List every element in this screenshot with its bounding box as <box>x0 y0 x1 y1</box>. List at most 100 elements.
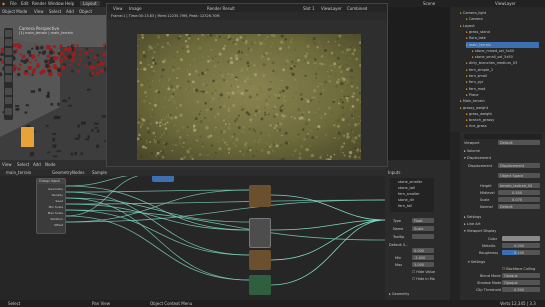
breadcrumb-tree[interactable]: Sample <box>92 170 107 175</box>
lineart-section[interactable]: ▸ Line Art <box>464 221 481 227</box>
group-input-node[interactable]: Group Input Geometry Density Seed Min Sc… <box>36 178 66 234</box>
viewlayer-selector[interactable]: ViewLayer <box>495 1 516 6</box>
outliner-item[interactable]: ▸ dirty_branches_medium_03 <box>466 60 517 66</box>
outliner-item[interactable]: ▸ Layout <box>460 23 475 29</box>
node-menu-view[interactable]: View <box>2 162 12 167</box>
blender-logo-icon[interactable]: ◆ <box>2 1 5 6</box>
status-bar: Select Pan View Object Context Menu Vert… <box>0 300 545 307</box>
outliner-item[interactable]: ▸ grass_weight <box>466 111 492 117</box>
tab-layout[interactable]: Layout <box>80 1 100 6</box>
viewport-menu-view[interactable]: View <box>34 9 44 14</box>
node-menu-select[interactable]: Select <box>17 162 29 167</box>
outliner-item[interactable]: ▸ fern_simple_1 <box>466 67 493 73</box>
collection-info-node-2[interactable] <box>249 218 271 248</box>
hide-value-checkbox[interactable]: ☐ Hide Value <box>412 269 435 275</box>
cursor-tool-icon[interactable] <box>5 39 12 46</box>
add-cube-tool-icon[interactable] <box>5 108 12 115</box>
outliner-item[interactable]: ▸ Camera <box>466 16 483 22</box>
menu-render[interactable]: Render <box>32 1 46 6</box>
slot-selector[interactable]: Slot 1 <box>303 6 314 11</box>
outliner-item[interactable]: ▸ stone_mixed_sel_5x50 <box>472 48 514 54</box>
default-field[interactable]: 0.000 <box>412 248 434 253</box>
render-window[interactable]: View Image Render Result Slot 1 ViewLaye… <box>106 3 388 167</box>
blend-mode-label: Blend Mode <box>480 274 501 278</box>
menu-help[interactable]: Help <box>65 1 74 6</box>
outliner-item[interactable]: ▸ fern_small <box>466 73 487 79</box>
shadow-mode-dropdown[interactable]: Opaque <box>502 280 540 285</box>
menu-edit[interactable]: Edit <box>21 1 29 6</box>
outliner-item[interactable]: ▸ rice_grass <box>466 123 487 129</box>
hide-in-modifier-checkbox[interactable]: ☐ Hide in Mo <box>412 276 435 282</box>
inputs-header[interactable]: Inputs <box>388 170 400 176</box>
outliner-item[interactable]: ▸ Camera_light <box>460 10 486 16</box>
scale-tool-icon[interactable] <box>5 66 12 73</box>
outliner-item[interactable]: ▸ stone_small_sel_5x50 <box>472 54 513 60</box>
name-field[interactable]: Scale <box>412 226 434 231</box>
rotate-tool-icon[interactable] <box>5 57 12 64</box>
socket-item[interactable]: fern_tall <box>398 203 412 209</box>
node-editor[interactable]: Group Input Geometry Density Seed Min Sc… <box>0 160 385 300</box>
scale-field[interactable]: 0.070 <box>498 197 540 202</box>
min-field[interactable]: -3.000 <box>412 255 434 260</box>
viewport-dropdown[interactable]: Default <box>498 140 540 145</box>
annotate-tool-icon[interactable] <box>5 88 12 95</box>
viewport-menu-object[interactable]: Object <box>79 9 92 14</box>
render-menu-image[interactable]: Image <box>129 6 142 11</box>
transform-tool-icon[interactable] <box>5 75 12 82</box>
outliner-item[interactable]: ▸ branch_grassy <box>466 117 494 123</box>
outliner[interactable]: ▸ Camera_light ▸ Camera ▸ Layout ▸ grass_st… <box>450 7 545 132</box>
node-menu-node[interactable]: Node <box>45 162 55 167</box>
scene-selector[interactable]: Scene <box>423 1 435 6</box>
settings-section[interactable]: ▸ Settings <box>464 214 481 220</box>
outliner-item[interactable]: ▸ fern_mod <box>466 86 485 92</box>
instance-node-green[interactable] <box>249 275 271 295</box>
roughness-field[interactable]: 0.400 <box>502 250 540 255</box>
settings2-section[interactable]: ▾ Settings <box>468 259 485 265</box>
collection-info-node-3[interactable] <box>249 250 271 270</box>
breadcrumb-object[interactable]: main_terrain <box>6 170 31 175</box>
outliner-item[interactable]: ▸ grassy_weight <box>460 105 488 111</box>
midlevel-field[interactable]: 0.500 <box>498 190 540 195</box>
volume-section[interactable]: ▸ Volume <box>464 148 480 154</box>
collection-info-node-1[interactable] <box>249 185 271 207</box>
outliner-item[interactable]: ▸ main_terrain <box>466 41 539 48</box>
shadow-mode-label: Shadow Mode <box>477 281 502 285</box>
normal-field[interactable]: Default <box>498 204 540 209</box>
mode-selector[interactable]: Object Mode <box>2 9 27 14</box>
metallic-field[interactable]: 0.000 <box>502 243 540 248</box>
breadcrumb-editor[interactable]: GeometryNodes <box>52 170 84 175</box>
measure-tool-icon[interactable] <box>5 97 12 104</box>
outliner-item[interactable]: ▸ fern_pyr <box>466 79 483 85</box>
backface-culling-checkbox[interactable]: ☐ Backface Culling <box>502 266 535 272</box>
blend-mode-dropdown[interactable]: Opaque <box>502 273 540 278</box>
max-field[interactable]: 3.000 <box>412 262 434 267</box>
layer-selector[interactable]: ViewLayer <box>321 6 342 11</box>
node-menu-add[interactable]: Add <box>33 162 41 167</box>
properties-search-input[interactable] <box>464 134 542 139</box>
geometry-section[interactable]: ▸ Geometry <box>389 291 409 297</box>
tooltip-field[interactable] <box>412 234 434 239</box>
color-swatch[interactable] <box>502 236 540 241</box>
viewport-display-section[interactable]: ▾ Viewport Display <box>464 228 496 234</box>
socket-list[interactable]: stone_smaller stone_tall fern_smaller st… <box>390 178 434 212</box>
socket-label: Offset <box>53 223 63 227</box>
menu-window[interactable]: Window <box>48 1 64 6</box>
clip-threshold-field[interactable]: 0.500 <box>502 287 540 292</box>
pass-selector[interactable]: Combined <box>347 6 367 11</box>
viewport-menu-select[interactable]: Select <box>49 9 61 14</box>
outliner-item[interactable]: ▸ flora_lake <box>466 35 486 41</box>
outliner-item[interactable]: ▸ grass_stand <box>466 29 490 35</box>
render-menu-view[interactable]: View <box>113 6 123 11</box>
displacement-section[interactable]: ▾ Displacement <box>464 155 491 161</box>
height-field[interactable]: terrain_texture_04 <box>498 183 540 188</box>
type-field[interactable]: Float <box>412 218 434 223</box>
outliner-item[interactable]: ▸ Main_terrain <box>460 98 485 104</box>
select-tool-icon[interactable] <box>5 30 12 37</box>
move-tool-icon[interactable] <box>5 48 12 55</box>
viewport-menu-add[interactable]: Add <box>66 9 74 14</box>
outliner-item[interactable]: ▸ Plane <box>466 92 478 98</box>
menu-file[interactable]: File <box>10 1 17 6</box>
displacement-method-dropdown[interactable]: Displacement <box>498 163 540 168</box>
render-result-selector[interactable]: Render Result <box>207 6 235 11</box>
object-space-dropdown[interactable]: Object Space <box>498 173 540 178</box>
